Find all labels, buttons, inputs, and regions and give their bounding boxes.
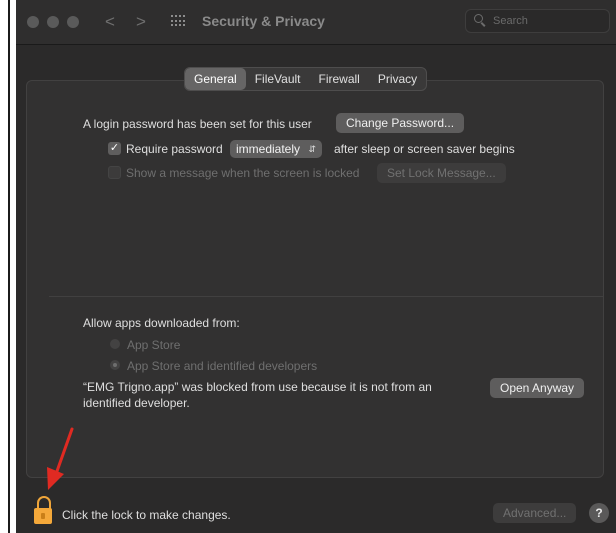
- blocked-app-message-line2: identified developer.: [83, 396, 190, 410]
- identified-developers-label: App Store and identified developers: [127, 359, 318, 373]
- after-sleep-text: after sleep or screen saver begins: [334, 142, 515, 156]
- login-password-text: A login password has been set for this u…: [83, 117, 312, 131]
- security-privacy-window: < > Security & Privacy Search General Fi…: [16, 0, 616, 533]
- require-password-checkbox[interactable]: ✓: [108, 142, 121, 155]
- show-all-grid-icon[interactable]: [171, 15, 187, 27]
- window-title: Security & Privacy: [202, 13, 325, 29]
- show-message-label: Show a message when the screen is locked: [126, 166, 360, 180]
- change-password-button[interactable]: Change Password...: [336, 113, 465, 133]
- lock-body: [34, 508, 52, 524]
- require-password-value: immediately: [236, 142, 301, 156]
- lock-hint-text: Click the lock to make changes.: [62, 508, 231, 522]
- search-icon: [474, 14, 483, 23]
- app-store-label: App Store: [127, 338, 181, 352]
- section-divider: [49, 296, 603, 297]
- help-button[interactable]: ?: [589, 503, 609, 523]
- search-input[interactable]: Search: [465, 9, 610, 33]
- tab-firewall[interactable]: Firewall: [310, 68, 369, 90]
- back-button[interactable]: <: [105, 12, 115, 32]
- allow-apps-heading: Allow apps downloaded from:: [83, 316, 240, 330]
- search-placeholder: Search: [493, 15, 528, 27]
- minimize-window-button[interactable]: [47, 16, 59, 28]
- open-anyway-button[interactable]: Open Anyway: [490, 378, 585, 398]
- lock-icon[interactable]: [34, 496, 52, 526]
- left-edge-line: [8, 0, 10, 533]
- tab-filevault[interactable]: FileVault: [246, 68, 310, 90]
- advanced-button[interactable]: Advanced...: [493, 503, 577, 523]
- title-bar: < > Security & Privacy Search: [16, 0, 616, 45]
- tab-bar: General FileVault Firewall Privacy: [184, 67, 428, 91]
- zoom-window-button[interactable]: [67, 16, 79, 28]
- select-chevron-icon: ⇵: [308, 144, 317, 154]
- blocked-app-message-line1: “EMG Trigno.app” was blocked from use be…: [83, 380, 432, 394]
- close-window-button[interactable]: [27, 16, 39, 28]
- forward-button[interactable]: >: [136, 12, 146, 32]
- identified-developers-radio[interactable]: [110, 360, 120, 370]
- show-message-checkbox[interactable]: [108, 166, 121, 179]
- app-store-radio[interactable]: [110, 339, 120, 349]
- tab-privacy[interactable]: Privacy: [369, 68, 426, 90]
- require-password-select[interactable]: immediately ⇵: [230, 140, 323, 158]
- left-edge: [0, 0, 10, 533]
- set-lock-message-button[interactable]: Set Lock Message...: [377, 163, 506, 183]
- tab-general[interactable]: General: [185, 68, 246, 90]
- require-password-label: Require password: [126, 142, 223, 156]
